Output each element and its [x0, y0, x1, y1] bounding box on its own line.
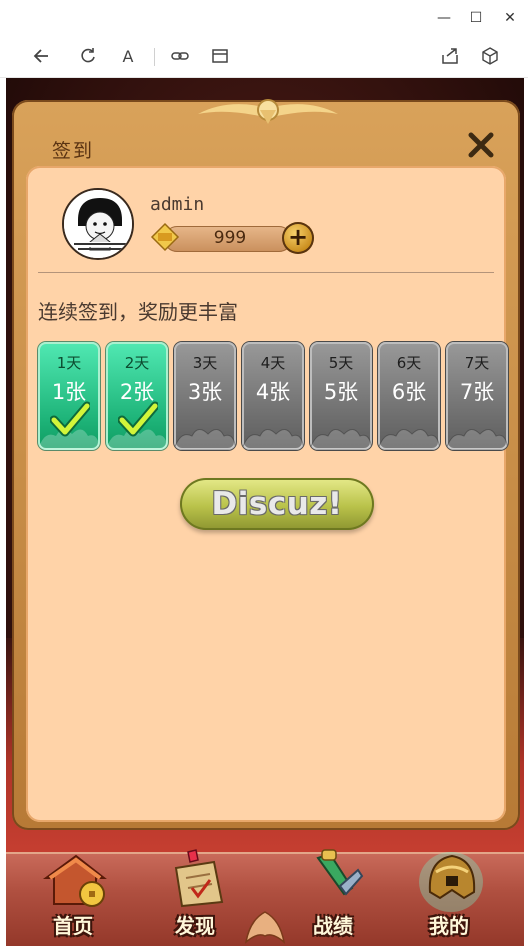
window-titlebar: — ☐ ✕ — [0, 0, 528, 36]
checkin-dialog: 签到 admin 999 + 连续签到，奖励更丰富 1天 1张 2天 2张 3天… — [12, 99, 520, 830]
dialog-title: 签到 — [52, 140, 95, 162]
ornament-icon — [244, 911, 286, 944]
discover-icon — [174, 849, 224, 908]
day-label: 1天 — [56, 354, 82, 372]
day-label: 3天 — [192, 354, 218, 372]
day-card-7[interactable]: 7天 7张 — [446, 342, 508, 450]
day-label: 6天 — [396, 354, 422, 372]
day-reward: 6张 — [391, 380, 427, 404]
nav-item-mine[interactable]: 我的 — [404, 852, 494, 946]
day-reward: 5张 — [323, 380, 359, 404]
cloud-icon — [174, 429, 236, 450]
avatar[interactable] — [62, 188, 134, 260]
helmet-icon — [419, 852, 483, 912]
coin-value: 999 — [213, 228, 247, 248]
minimize-button[interactable]: — — [434, 8, 454, 28]
day-label: 7天 — [464, 354, 490, 372]
browser-toolbar: A — [0, 36, 528, 78]
back-icon[interactable] — [30, 46, 54, 68]
check-icon — [50, 401, 90, 437]
nav-item-discover[interactable]: 发现 — [150, 849, 240, 946]
day-label: 4天 — [260, 354, 286, 372]
nav-item-home[interactable]: 首页 — [28, 854, 118, 946]
checkin-days: 1天 1张 2天 2张 3天 3张 4天 4张 5天 5张 6天 6张 7天 7… — [38, 342, 510, 450]
window-close-button[interactable]: ✕ — [500, 8, 520, 28]
day-card-5[interactable]: 5天 5张 — [310, 342, 372, 450]
day-card-1[interactable]: 1天 1张 — [38, 342, 100, 450]
day-reward: 7张 — [459, 380, 495, 404]
coin-balance: 999 + — [150, 222, 314, 256]
add-coins-button[interactable]: + — [282, 222, 314, 254]
toolbar-separator — [154, 48, 155, 66]
ticket-icon — [150, 222, 180, 252]
ornament-icon — [198, 99, 338, 124]
maximize-button[interactable]: ☐ — [466, 8, 486, 28]
close-icon[interactable] — [466, 130, 496, 160]
day-reward: 3张 — [187, 380, 223, 404]
share-icon[interactable] — [438, 46, 462, 68]
window-icon[interactable] — [208, 46, 232, 68]
link-icon[interactable] — [168, 46, 192, 68]
discuz-button-label: Discuz! — [211, 486, 343, 522]
day-card-3[interactable]: 3天 3张 — [174, 342, 236, 450]
bottom-nav: 首页 发现 战绩 我的 — [6, 849, 524, 946]
nav-label: 我的 — [429, 914, 469, 938]
day-label: 2天 — [124, 354, 150, 372]
day-card-2[interactable]: 2天 2张 — [106, 342, 168, 450]
checkin-subtitle: 连续签到，奖励更丰富 — [38, 300, 238, 324]
day-card-6[interactable]: 6天 6张 — [378, 342, 440, 450]
font-icon[interactable]: A — [116, 46, 140, 68]
cloud-icon — [242, 429, 304, 450]
refresh-icon[interactable] — [76, 46, 100, 68]
nav-label: 发现 — [175, 914, 215, 938]
nav-item-record[interactable]: 战绩 — [288, 849, 378, 946]
sword-icon — [316, 849, 364, 896]
game-view: 签到 admin 999 + 连续签到，奖励更丰富 1天 1张 2天 2张 3天… — [6, 78, 524, 946]
username: admin — [150, 194, 205, 215]
home-icon — [42, 854, 107, 907]
dialog-content: admin 999 + 连续签到，奖励更丰富 1天 1张 2天 2张 3天 3张… — [26, 166, 508, 822]
day-label: 5天 — [328, 354, 354, 372]
discuz-button[interactable]: Discuz! — [180, 478, 374, 530]
day-card-4[interactable]: 4天 4张 — [242, 342, 304, 450]
check-icon — [118, 401, 158, 437]
nav-label: 战绩 — [313, 914, 353, 938]
cloud-icon — [310, 429, 372, 450]
day-reward: 4张 — [255, 380, 291, 404]
nav-label: 首页 — [53, 914, 93, 938]
cloud-icon — [378, 429, 440, 450]
divider — [38, 272, 494, 273]
cloud-icon — [446, 429, 508, 450]
cube-icon[interactable] — [478, 46, 502, 68]
